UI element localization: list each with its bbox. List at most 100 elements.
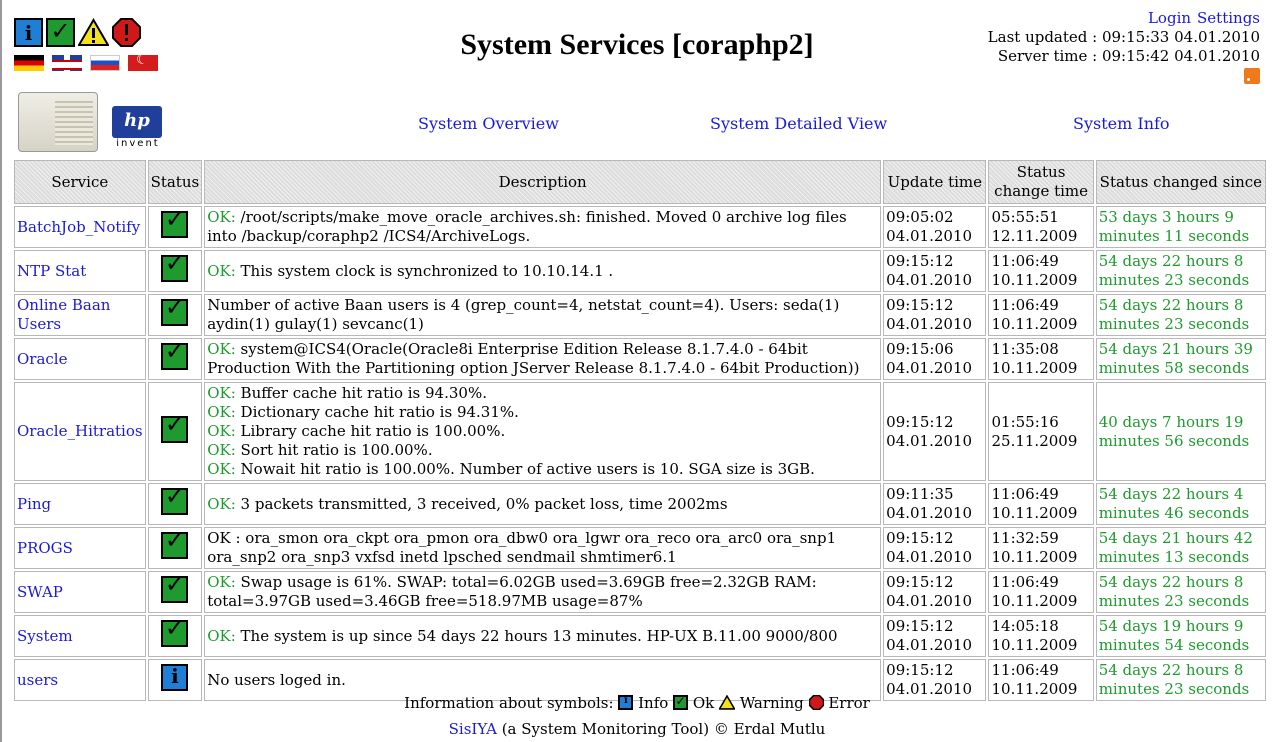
rss-icon[interactable]	[1244, 68, 1260, 84]
status-cell	[147, 294, 203, 336]
update-time: 09:11:35	[886, 485, 954, 503]
status-change-time-cell: 14:05:18 10.11.2009	[988, 615, 1094, 657]
ok-icon[interactable]	[161, 415, 189, 443]
legend-warning-label: Warning	[739, 694, 804, 712]
description-cell: OK: /root/scripts/make_move_oracle_archi…	[204, 206, 882, 248]
ok-icon[interactable]	[161, 298, 189, 326]
system-info-link[interactable]: System Info	[1073, 114, 1170, 133]
ok-icon[interactable]	[161, 210, 189, 238]
update-time: 09:15:12	[886, 573, 954, 591]
ok-icon[interactable]	[46, 17, 75, 47]
update-date: 04.01.2010	[886, 315, 973, 333]
service-link[interactable]: users	[17, 671, 58, 689]
ok-icon[interactable]	[161, 575, 189, 603]
service-cell: Oracle_Hitratios	[14, 382, 146, 481]
update-time: 09:15:12	[886, 661, 954, 679]
ok-icon[interactable]	[161, 487, 189, 515]
status-cell	[147, 206, 203, 248]
table-row: Online Baan Users Number of active Baan u…	[14, 294, 1266, 336]
status-changed-since-cell: 54 days 22 hours 8 minutes 23 seconds	[1095, 250, 1266, 292]
description-cell: OK : ora_smon ora_ckpt ora_pmon ora_dbw0…	[204, 527, 882, 569]
table-row: NTP Stat OK: This system clock is synchro…	[14, 250, 1266, 292]
status-cell	[147, 483, 203, 525]
update-time-cell: 09:15:12 04.01.2010	[883, 382, 987, 481]
description-line: OK: Library cache hit ratio is 100.00%.	[207, 422, 878, 441]
warning-icon[interactable]	[77, 18, 110, 47]
ok-prefix: OK:	[207, 626, 236, 645]
description-cell: OK: Buffer cache hit ratio is 94.30%. OK:…	[204, 382, 882, 481]
change-date: 12.11.2009	[991, 227, 1078, 245]
hp-logo-text: hp	[124, 110, 150, 131]
info-icon[interactable]	[161, 664, 189, 691]
change-time: 11:06:49	[991, 252, 1059, 270]
ok-prefix: OK:	[207, 573, 236, 591]
description-line: OK: Nowait hit ratio is 100.00%. Number …	[207, 460, 878, 479]
status-cell	[147, 338, 203, 380]
service-link[interactable]: BatchJob_Notify	[17, 218, 140, 236]
status-changed-since-cell: 54 days 21 hours 42 minutes 13 seconds	[1095, 527, 1266, 569]
legend-intro: Information about symbols:	[404, 694, 614, 712]
ok-prefix: OK:	[207, 403, 236, 421]
service-link[interactable]: Oracle_Hitratios	[17, 422, 143, 440]
flag-uk-icon[interactable]	[52, 55, 82, 71]
service-cell: BatchJob_Notify	[14, 206, 146, 248]
update-time-cell: 09:15:12 04.01.2010	[883, 250, 987, 292]
service-link[interactable]: NTP Stat	[17, 262, 86, 280]
update-date: 04.01.2010	[886, 548, 973, 566]
description-text: No users loged in.	[207, 670, 346, 689]
symbol-legend: Information about symbols: Info Ok Warni…	[0, 694, 1274, 712]
hp-tagline: invent	[116, 138, 160, 149]
ok-icon[interactable]	[161, 619, 189, 647]
status-change-time-cell: 11:06:49 10.11.2009	[988, 250, 1094, 292]
update-date: 04.01.2010	[886, 636, 973, 654]
login-link[interactable]: Login	[1148, 9, 1191, 27]
system-overview-link[interactable]: System Overview	[418, 114, 559, 133]
status-change-time-cell: 05:55:51 12.11.2009	[988, 206, 1094, 248]
service-cell: Ping	[14, 483, 146, 525]
change-date: 10.11.2009	[991, 548, 1078, 566]
sisiya-link[interactable]: SisIYA	[449, 720, 497, 738]
change-time: 05:55:51	[991, 208, 1059, 226]
last-updated: Last updated : 09:15:33 04.01.2010	[987, 28, 1260, 46]
info-icon[interactable]	[14, 18, 43, 47]
update-time: 09:15:06	[886, 340, 954, 358]
service-link[interactable]: SWAP	[17, 583, 63, 601]
update-date: 04.01.2010	[886, 271, 973, 289]
ok-icon[interactable]	[161, 531, 189, 559]
change-date: 10.11.2009	[991, 315, 1078, 333]
flag-german-icon[interactable]	[14, 55, 44, 71]
error-icon[interactable]	[112, 18, 141, 47]
update-date: 04.01.2010	[886, 359, 973, 377]
service-link[interactable]: Online Baan Users	[17, 296, 110, 333]
service-link[interactable]: System	[17, 627, 73, 645]
status-cell	[147, 382, 203, 481]
error-icon	[808, 694, 824, 712]
description-text: Nowait hit ratio is 100.00%. Number of a…	[240, 460, 815, 478]
service-link[interactable]: PROGS	[17, 539, 73, 557]
services-table: Service Status Description Update time S…	[12, 158, 1268, 703]
flag-russian-icon[interactable]	[90, 55, 120, 71]
system-detailed-view-link[interactable]: System Detailed View	[710, 114, 887, 133]
status-change-time-cell: 11:06:49 10.11.2009	[988, 294, 1094, 336]
legend-info-label: Info	[638, 694, 669, 712]
status-changed-since-cell: 54 days 22 hours 8 minutes 23 seconds	[1095, 571, 1266, 613]
service-cell: SWAP	[14, 571, 146, 613]
change-time: 01:55:16	[991, 412, 1059, 431]
service-link[interactable]: Ping	[17, 495, 51, 513]
change-time: 11:35:08	[991, 340, 1059, 358]
description-text: OK : ora_smon ora_ckpt ora_pmon ora_dbw0…	[207, 529, 837, 566]
table-row: PROGS OK : ora_smon ora_ckpt ora_pmon ora…	[14, 527, 1266, 569]
update-time: 09:15:12	[886, 529, 954, 547]
description-text: Library cache hit ratio is 100.00%.	[240, 422, 506, 440]
description-cell: OK: Swap usage is 61%. SWAP: total=6.02G…	[204, 571, 882, 613]
ok-icon[interactable]	[161, 342, 189, 370]
update-date: 04.01.2010	[886, 431, 973, 450]
ok-icon[interactable]	[161, 254, 189, 282]
service-link[interactable]: Oracle	[17, 350, 68, 368]
settings-link[interactable]: Settings	[1197, 9, 1260, 27]
table-row: System OK: The system is up since 54 days…	[14, 615, 1266, 657]
change-time: 11:06:49	[991, 661, 1059, 679]
flag-turkish-icon[interactable]	[128, 52, 158, 71]
status-changed-since-cell: 54 days 22 hours 4 minutes 46 seconds	[1095, 483, 1266, 525]
description-text: Swap usage is 61%. SWAP: total=6.02GB us…	[207, 573, 817, 610]
